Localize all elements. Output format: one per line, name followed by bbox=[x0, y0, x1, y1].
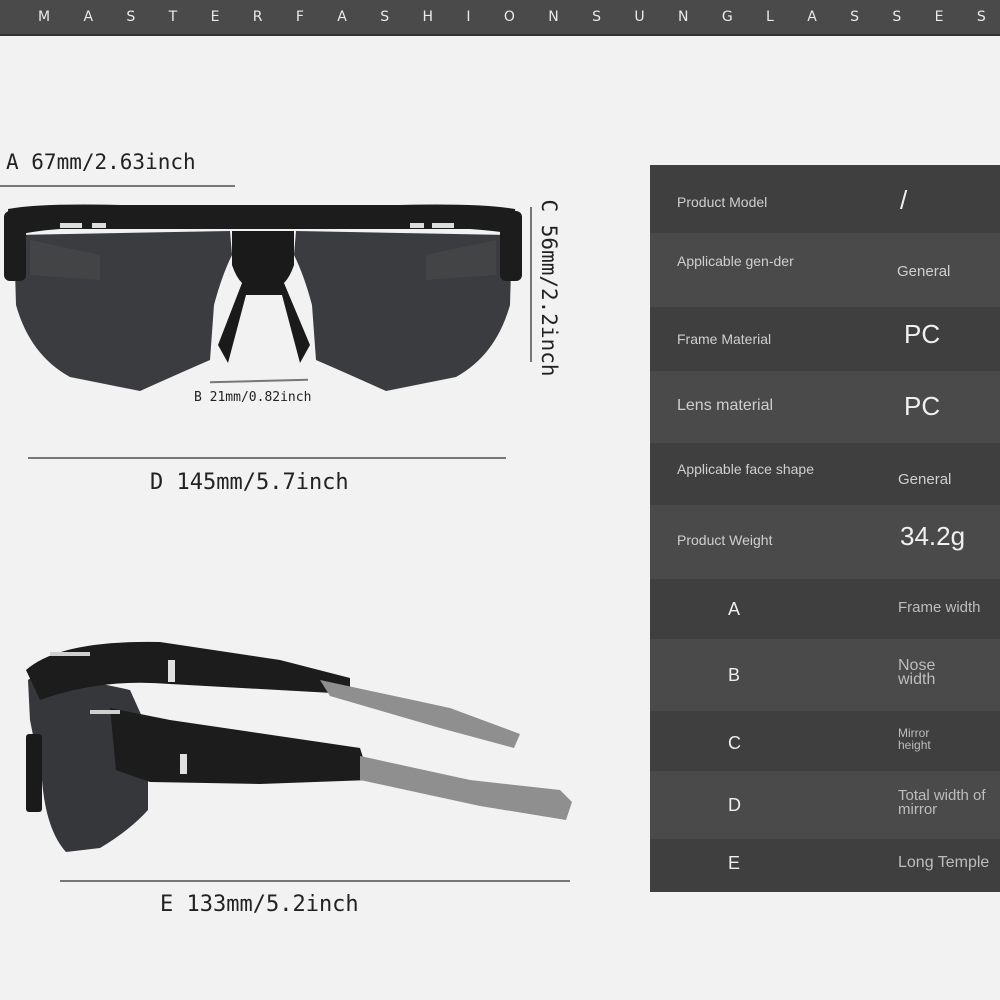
spec-value: General bbox=[898, 471, 952, 488]
spec-value: General bbox=[897, 263, 951, 280]
spec-value: 34.2g bbox=[900, 521, 966, 551]
spec-label: Product Model bbox=[677, 194, 768, 210]
banner-letter: I bbox=[466, 9, 471, 25]
dimension-d-line bbox=[28, 457, 506, 459]
banner-letter: A bbox=[337, 9, 347, 25]
sunglasses-front-view bbox=[4, 204, 522, 391]
banner-letter: N bbox=[677, 9, 689, 25]
legend-letter: D bbox=[728, 795, 741, 815]
banner-letter: E bbox=[210, 9, 220, 25]
legend-row-d: D Total width of mirror bbox=[650, 771, 1000, 839]
banner-letter: H bbox=[422, 9, 434, 25]
legend-desc: Nose width bbox=[898, 657, 936, 688]
banner-letter: L bbox=[766, 9, 774, 25]
dimension-a-line bbox=[0, 185, 235, 187]
spec-table: Product Model / Applicable gen-der Gener… bbox=[650, 165, 1000, 892]
dimension-e-line bbox=[60, 880, 570, 882]
spec-value: / bbox=[900, 185, 908, 215]
banner-letter: R bbox=[252, 9, 263, 25]
banner-letter: M bbox=[38, 9, 51, 25]
banner-letter: S bbox=[592, 9, 601, 25]
legend-letter: A bbox=[728, 599, 741, 619]
banner-letter: T bbox=[168, 9, 178, 25]
banner-letter: S bbox=[850, 9, 860, 25]
legend-desc: Long Temple bbox=[898, 854, 990, 871]
banner-letter: S bbox=[892, 9, 902, 25]
banner-letter: E bbox=[934, 9, 944, 25]
banner-letter: O bbox=[503, 9, 515, 25]
legend-letter: C bbox=[728, 733, 741, 753]
legend-row-c: C Mirror height bbox=[650, 711, 1000, 771]
banner-letter: N bbox=[548, 9, 559, 25]
spec-label: Frame Material bbox=[677, 331, 772, 347]
spec-row-lens-material: Lens material PC bbox=[650, 371, 1000, 443]
banner-letter: U bbox=[634, 9, 645, 25]
banner-letter: S bbox=[976, 9, 986, 25]
banner-letter: S bbox=[380, 9, 390, 25]
banner-letter: F bbox=[295, 9, 304, 25]
legend-row-e: E Long Temple bbox=[650, 839, 1000, 892]
spec-row-gender: Applicable gen-der General bbox=[650, 233, 1000, 307]
spec-row-frame-material: Frame Material PC bbox=[650, 307, 1000, 371]
legend-desc: Mirror height bbox=[898, 726, 931, 752]
banner-letter: A bbox=[83, 9, 94, 25]
dimension-c-line bbox=[530, 207, 532, 362]
banner-letter: A bbox=[807, 9, 817, 25]
legend-letter: E bbox=[728, 853, 741, 873]
top-banner: M A S T E R F A S H I O N S U N G L A S … bbox=[0, 0, 1000, 36]
spec-row-face-shape: Applicable face shape General bbox=[650, 443, 1000, 505]
banner-letter: S bbox=[126, 9, 136, 25]
legend-letter: B bbox=[728, 665, 741, 685]
spec-row-weight: Product Weight 34.2g bbox=[650, 505, 1000, 579]
legend-row-a: A Frame width bbox=[650, 579, 1000, 639]
legend-desc: Frame width bbox=[898, 599, 981, 616]
spec-label: Applicable face shape bbox=[677, 461, 814, 477]
dimension-c-wrapper: C 56mm/2.2inch bbox=[534, 185, 564, 390]
banner-letter: G bbox=[721, 9, 733, 25]
spec-label: Lens material bbox=[677, 397, 774, 414]
spec-row-product-model: Product Model / bbox=[650, 165, 1000, 233]
spec-label: Applicable gen-der bbox=[677, 253, 794, 269]
dimension-b-label: B 21mm/0.82inch bbox=[194, 390, 312, 405]
legend-desc: Total width of mirror bbox=[898, 787, 986, 818]
spec-label: Product Weight bbox=[677, 532, 773, 548]
dimension-a-label: A 67mm/2.63inch bbox=[6, 150, 196, 174]
dimension-d-label: D 145mm/5.7inch bbox=[150, 470, 349, 495]
dimension-c-label: C 56mm/2.2inch bbox=[537, 198, 561, 377]
spec-value: PC bbox=[904, 319, 941, 349]
dimension-e-label: E 133mm/5.2inch bbox=[160, 892, 359, 917]
sunglasses-side-view bbox=[26, 641, 572, 852]
legend-row-b: B Nose width bbox=[650, 639, 1000, 711]
spec-value: PC bbox=[904, 391, 941, 421]
